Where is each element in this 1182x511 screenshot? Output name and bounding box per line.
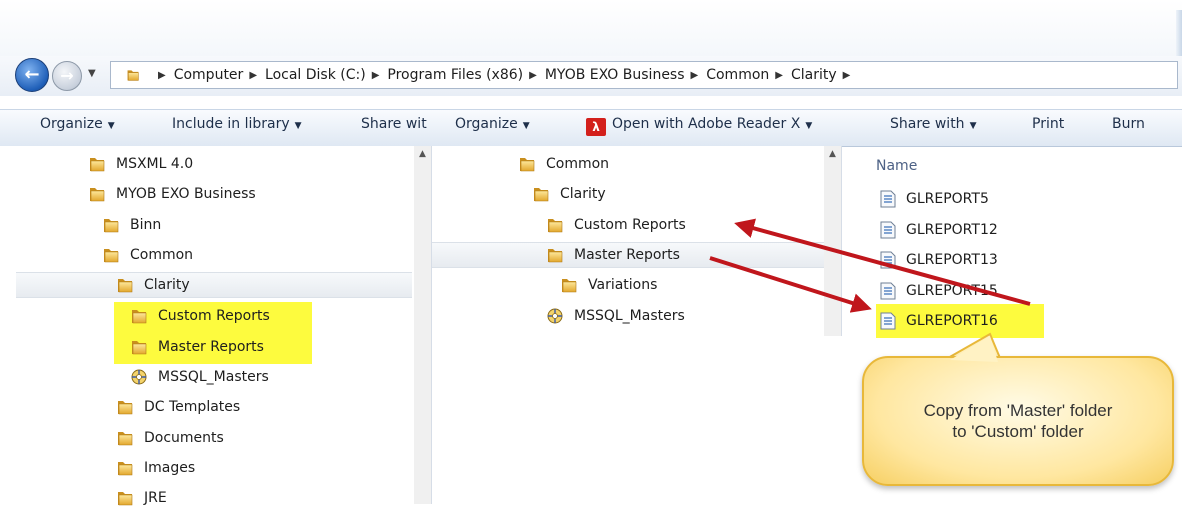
folder-icon (88, 185, 106, 203)
breadcrumb-chevron-icon[interactable]: ▶ (843, 70, 851, 81)
scroll-up-icon[interactable]: ▲ (417, 149, 428, 160)
folder-icon (124, 68, 142, 82)
print-button[interactable]: Print (1032, 116, 1064, 132)
window-edge (1176, 10, 1182, 56)
file-item[interactable]: GLREPORT15 (880, 278, 998, 304)
callout-text: Copy from 'Master' folder to 'Custom' fo… (876, 400, 1160, 442)
forward-button[interactable]: → (52, 61, 82, 91)
share-with-button-left[interactable]: Share wit (361, 116, 427, 132)
window-title-bar (0, 0, 1182, 56)
left-pane-scrollbar[interactable]: ▲ (414, 146, 431, 504)
breadcrumb-program-files[interactable]: Program Files (x86) (387, 67, 523, 83)
chevron-down-icon: ▼ (522, 121, 530, 131)
database-icon (546, 307, 564, 325)
callout-line-1: Copy from 'Master' folder (923, 401, 1113, 420)
file-item[interactable]: GLREPORT5 (880, 186, 989, 212)
breadcrumb-chevron-icon[interactable]: ▶ (691, 70, 699, 81)
chevron-down-icon: ▼ (107, 121, 115, 131)
document-icon (880, 221, 896, 239)
chevron-down-icon: ▼ (805, 121, 813, 131)
database-icon (130, 368, 148, 386)
organize-button-right[interactable]: Organize ▼ (455, 116, 530, 132)
forward-arrow-icon: → (60, 66, 74, 85)
pane-divider[interactable] (841, 146, 842, 336)
organize-button-left[interactable]: Organize ▼ (40, 116, 115, 132)
middle-pane-scrollbar[interactable]: ▲ (824, 146, 841, 336)
document-icon (880, 251, 896, 269)
folder-icon (130, 338, 148, 356)
folder-icon (116, 489, 134, 507)
breadcrumb-chevron-icon[interactable]: ▶ (775, 70, 783, 81)
document-icon (880, 282, 896, 300)
folder-icon (116, 429, 134, 447)
breadcrumb-clarity[interactable]: Clarity (791, 67, 837, 83)
scroll-up-icon[interactable]: ▲ (827, 149, 838, 160)
folder-icon (116, 276, 134, 294)
breadcrumb-common[interactable]: Common (706, 67, 769, 83)
file-item-selected[interactable]: GLREPORT16 (880, 308, 998, 334)
tree-item-binn[interactable]: Binn (102, 212, 161, 238)
tree-item-variations[interactable]: Variations (560, 272, 657, 298)
tree-item-myob-exo-business[interactable]: MYOB EXO Business (88, 181, 256, 207)
folder-icon (560, 276, 578, 294)
tree-item-clarity-selected[interactable]: Clarity (16, 272, 412, 298)
chevron-down-icon: ▼ (294, 121, 302, 131)
folder-icon (102, 246, 120, 264)
open-with-adobe-button[interactable]: λ Open with Adobe Reader X ▼ (586, 116, 812, 136)
folder-icon (546, 216, 564, 234)
document-icon (880, 312, 896, 330)
breadcrumb-chevron-icon[interactable]: ▶ (158, 70, 166, 81)
folder-icon (102, 216, 120, 234)
breadcrumb-local-disk[interactable]: Local Disk (C:) (265, 67, 366, 83)
tree-item-custom-reports[interactable]: Custom Reports (130, 303, 270, 329)
file-item[interactable]: GLREPORT13 (880, 247, 998, 273)
include-in-library-button[interactable]: Include in library ▼ (172, 116, 302, 132)
back-arrow-icon: ← (24, 64, 40, 85)
tree-item-jre[interactable]: JRE (116, 485, 167, 511)
breadcrumb-chevron-icon[interactable]: ▶ (372, 70, 380, 81)
breadcrumb-chevron-icon[interactable]: ▶ (249, 70, 257, 81)
folder-icon (532, 185, 550, 203)
tree-item-common[interactable]: Common (518, 151, 609, 177)
adobe-reader-icon: λ (586, 118, 606, 136)
breadcrumb-chevron-icon[interactable]: ▶ (529, 70, 537, 81)
chevron-down-icon: ▼ (969, 121, 977, 131)
breadcrumb: ▶ Computer ▶ Local Disk (C:) ▶ Program F… (124, 61, 858, 89)
tree-item-master-reports-selected[interactable]: Master Reports (432, 242, 824, 268)
tree-item-common[interactable]: Common (102, 242, 193, 268)
tree-item-master-reports[interactable]: Master Reports (130, 334, 264, 360)
back-button[interactable]: ← (15, 58, 49, 92)
share-with-button-right[interactable]: Share with ▼ (890, 116, 976, 132)
tree-item-mssql-masters[interactable]: MSSQL_Masters (130, 364, 269, 390)
recent-pages-chevron-down-icon[interactable]: ▼ (88, 68, 100, 80)
folder-icon (546, 246, 564, 264)
folder-icon (88, 155, 106, 173)
burn-button[interactable]: Burn (1112, 116, 1145, 132)
folder-icon (130, 307, 148, 325)
folder-icon (518, 155, 536, 173)
tree-item-documents[interactable]: Documents (116, 425, 224, 451)
name-column-header[interactable]: Name (876, 158, 917, 174)
folder-icon (116, 459, 134, 477)
breadcrumb-computer[interactable]: Computer (174, 67, 244, 83)
folder-icon (116, 398, 134, 416)
breadcrumb-myob[interactable]: MYOB EXO Business (545, 67, 685, 83)
tree-item-images[interactable]: Images (116, 455, 195, 481)
file-item[interactable]: GLREPORT12 (880, 217, 998, 243)
tree-item-dc-templates[interactable]: DC Templates (116, 394, 240, 420)
callout-line-2: to 'Custom' folder (952, 422, 1084, 441)
document-icon (880, 190, 896, 208)
tree-item-mssql-masters[interactable]: MSSQL_Masters (546, 303, 685, 329)
tree-item-msxml[interactable]: MSXML 4.0 (88, 151, 193, 177)
tree-item-custom-reports[interactable]: Custom Reports (546, 212, 686, 238)
tree-item-clarity[interactable]: Clarity (532, 181, 606, 207)
